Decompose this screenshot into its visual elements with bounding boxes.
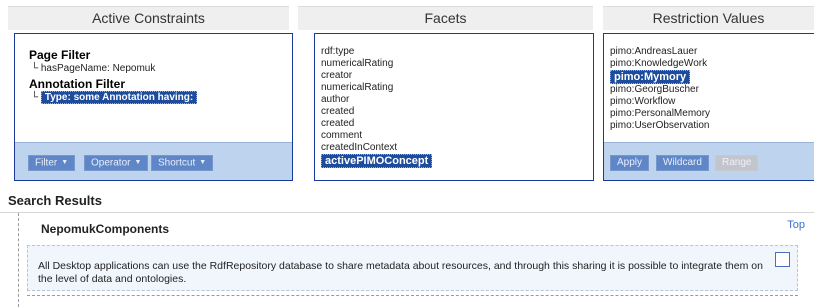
search-results-panel: NepomukComponents Top All Desktop applic… — [18, 213, 814, 307]
restriction-values-header: Restriction Values — [603, 6, 814, 30]
active-constraints-header: Active Constraints — [8, 6, 289, 30]
facet-item[interactable]: creator — [321, 70, 432, 82]
facet-item[interactable]: rdf:type — [321, 46, 432, 58]
restriction-value-selected[interactable]: pimo:Mymory — [610, 70, 691, 84]
range-button: Range — [715, 155, 759, 171]
restriction-values-column: Restriction Values — [603, 6, 814, 30]
annotation-filter-constraint[interactable]: └ Type: some Annotation having: — [31, 91, 198, 104]
facet-item[interactable]: created — [321, 106, 432, 118]
apply-button[interactable]: Apply — [610, 155, 650, 171]
annotation-constraint-selected[interactable]: Type: some Annotation having: — [40, 91, 198, 104]
restriction-value-item[interactable]: pimo:GeorgBuscher — [610, 84, 710, 96]
facets-header: Facets — [298, 6, 593, 30]
restriction-value-item[interactable]: pimo:AndreasLauer — [610, 46, 710, 58]
restriction-value-item[interactable]: pimo:UserObservation — [610, 120, 710, 132]
result-checkbox[interactable] — [775, 252, 790, 267]
wildcard-button[interactable]: Wildcard — [656, 155, 709, 171]
restriction-value-item[interactable]: pimo:Workflow — [610, 96, 710, 108]
restrictions-toolbar: Apply Wildcard Range — [604, 142, 814, 180]
facet-item[interactable]: createdInContext — [321, 142, 432, 154]
top-link[interactable]: Top — [787, 219, 805, 231]
facet-item[interactable]: numericalRating — [321, 82, 432, 94]
result-description: All Desktop applications can use the Rdf… — [38, 260, 763, 285]
constraints-toolbar: Filter ▼ Operator ▼ Shortcut ▼ — [15, 142, 292, 180]
facet-item[interactable]: created — [321, 118, 432, 130]
shortcut-button-label: Shortcut — [158, 157, 196, 169]
facet-item[interactable]: comment — [321, 130, 432, 142]
page-filter-constraint[interactable]: └ hasPageName: Nepomuk — [31, 62, 197, 75]
operator-button[interactable]: Operator ▼ — [84, 155, 149, 171]
divider — [27, 295, 798, 297]
chevron-down-icon: ▼ — [134, 159, 142, 166]
annotation-filter-title: Annotation Filter — [29, 77, 125, 91]
facets-panel: rdf:type numericalRating creator numeric… — [314, 33, 594, 181]
facets-list: rdf:type numericalRating creator numeric… — [321, 46, 433, 168]
operator-button-label: Operator — [91, 157, 131, 169]
chevron-down-icon: ▼ — [61, 159, 69, 166]
filter-button-label: Filter — [35, 157, 58, 169]
facet-item[interactable]: numericalRating — [321, 58, 432, 70]
search-results-title: Search Results — [8, 193, 102, 208]
shortcut-button[interactable]: Shortcut ▼ — [151, 155, 214, 171]
active-constraints-panel: Page Filter └ hasPageName: Nepomuk Annot… — [14, 33, 293, 181]
restriction-values-panel: pimo:AndreasLauer pimo:KnowledgeWork pim… — [603, 33, 814, 181]
result-component-title: NepomukComponents — [41, 222, 170, 236]
active-constraints-column: Active Constraints — [8, 6, 289, 30]
result-description-box: All Desktop applications can use the Rdf… — [27, 245, 798, 291]
facet-item-selected[interactable]: activePIMOConcept — [321, 154, 433, 168]
facets-column: Facets — [298, 6, 593, 30]
tree-connector: └ — [31, 92, 39, 103]
chevron-down-icon: ▼ — [199, 159, 207, 166]
restriction-value-item[interactable]: pimo:PersonalMemory — [610, 108, 710, 120]
page-filter-title: Page Filter — [29, 48, 91, 62]
restriction-values-list: pimo:AndreasLauer pimo:KnowledgeWork pim… — [610, 46, 710, 132]
facet-item[interactable]: author — [321, 94, 432, 106]
restriction-value-item[interactable]: pimo:KnowledgeWork — [610, 58, 710, 70]
filter-button[interactable]: Filter ▼ — [28, 155, 76, 171]
